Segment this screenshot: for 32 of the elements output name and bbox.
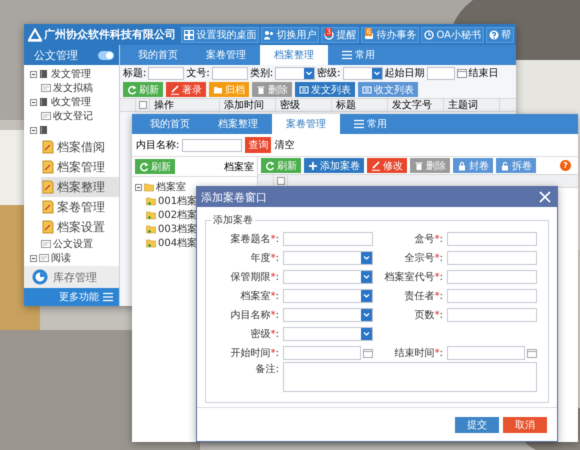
field-label: 档案室代号*: [384, 270, 443, 284]
column-header: 主题词 [444, 99, 500, 111]
field-label: 结束时间*: [394, 346, 443, 360]
pane-title: 档案室 [224, 160, 254, 174]
field-label: 标题: [123, 66, 146, 80]
field-label: 开始时间*: [230, 346, 279, 360]
column-header: 密级 [276, 99, 332, 111]
field-label: 起始日期 [384, 66, 424, 80]
group-title: 添加案卷 [212, 214, 254, 227]
field-label: 内目名称*: [230, 308, 279, 322]
field-label: 类别: [250, 66, 274, 80]
field-label: 年度*: [250, 252, 279, 264]
field-label: 保管期限*: [230, 270, 279, 284]
field-label: 密级*: [250, 328, 279, 340]
sidebar-title: 公文管理 [34, 48, 78, 62]
column-header: 添加时间 [220, 99, 276, 111]
field-label: 结束日 [468, 66, 498, 80]
column-header: 标题 [332, 99, 388, 111]
dialog-title: 添加案卷窗口 [201, 190, 267, 204]
field-label: 全宗号*: [404, 252, 443, 264]
field-label: 内目名称: [136, 138, 180, 152]
field-label: 密级: [317, 66, 340, 80]
column-header: 发文字号 [388, 99, 444, 111]
field-label: 文号: [186, 66, 210, 80]
field-label: 责任者*: [404, 290, 443, 302]
company-name: 广州协众软件科技有限公司 [44, 27, 176, 42]
field-label: 案卷题名*: [230, 232, 279, 246]
column-header: 操作 [150, 99, 220, 111]
field-label: 备注: [254, 362, 279, 376]
field-label: 盒号*: [414, 232, 443, 246]
field-label: 档案室*: [240, 290, 279, 302]
field-label: 页数*: [414, 308, 443, 322]
